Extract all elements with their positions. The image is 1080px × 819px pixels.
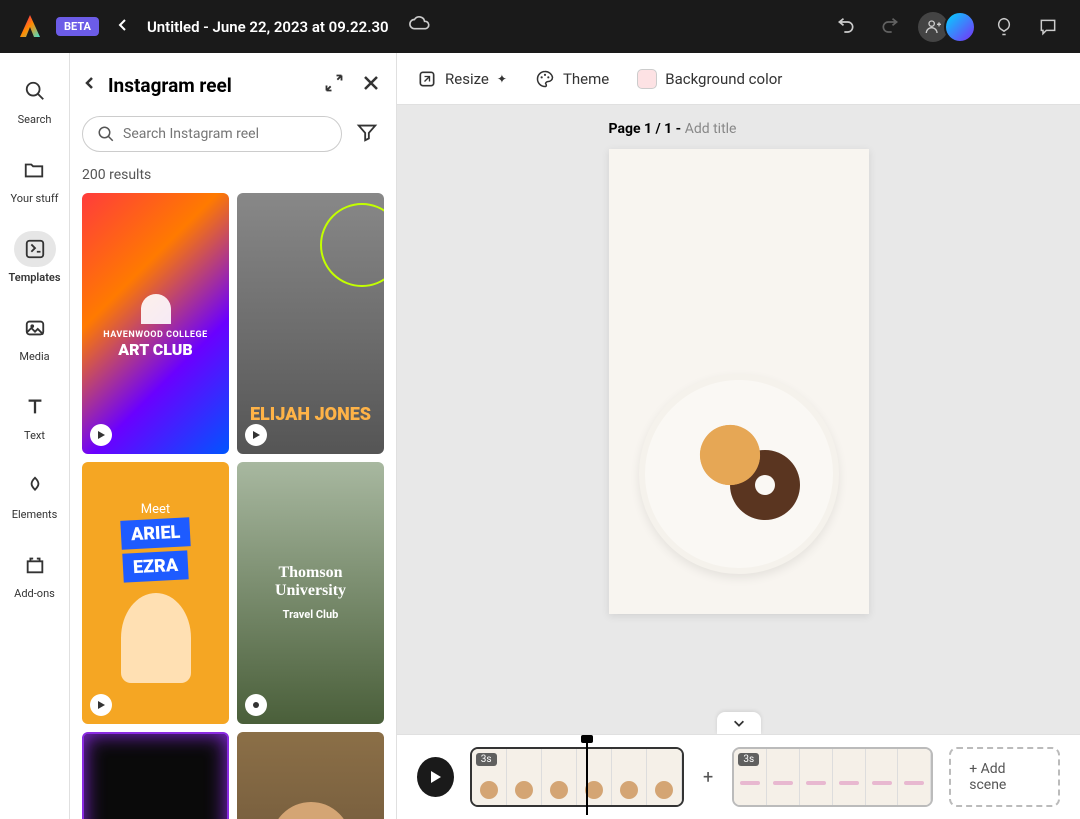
play-icon: [90, 424, 112, 446]
left-nav: Search Your stuff Templates Media Text E…: [0, 53, 70, 819]
timeline-scene[interactable]: 3s: [732, 747, 933, 807]
canvas-area: Resize ✦ Theme Background color Page 1 /…: [397, 53, 1080, 819]
redo-button[interactable]: [874, 11, 906, 43]
comment-icon[interactable]: [1032, 11, 1064, 43]
animate-icon: [245, 694, 267, 716]
close-icon[interactable]: [358, 70, 384, 100]
template-card[interactable]: Ridgewood College Theater Club SHOWSTOPP…: [82, 732, 229, 819]
canvas-content-image[interactable]: [639, 374, 839, 574]
text-icon: [24, 396, 46, 418]
templates-panel: Instagram reel 200 results HAVENWOOD COL…: [70, 53, 397, 819]
nav-templates[interactable]: Templates: [5, 227, 65, 288]
elements-icon: [24, 475, 46, 497]
canvas-toolbar: Resize ✦ Theme Background color: [397, 53, 1080, 105]
play-icon: [427, 769, 443, 785]
media-icon: [24, 317, 46, 339]
premium-icon: ✦: [497, 72, 507, 86]
chevron-down-icon: [732, 716, 746, 730]
add-scene-button[interactable]: + Add scene: [949, 747, 1060, 807]
template-card[interactable]: ELIJAH JONES: [237, 193, 384, 454]
expand-icon[interactable]: [320, 69, 348, 101]
user-avatar[interactable]: [944, 11, 976, 43]
playhead[interactable]: [586, 737, 588, 815]
play-icon: [245, 424, 267, 446]
canvas-page[interactable]: [609, 149, 869, 614]
resize-icon: [417, 69, 437, 89]
templates-icon: [24, 238, 46, 260]
template-card[interactable]: [237, 732, 384, 819]
filter-icon[interactable]: [350, 115, 384, 153]
panel-back-button[interactable]: [82, 75, 98, 95]
color-swatch: [637, 69, 657, 89]
nav-elements[interactable]: Elements: [8, 464, 62, 525]
add-scene-between-button[interactable]: +: [700, 768, 717, 786]
timeline: 3s + 3s + Add scene: [397, 734, 1080, 819]
help-icon[interactable]: [988, 11, 1020, 43]
collaborators[interactable]: [918, 11, 976, 43]
nav-text[interactable]: Text: [10, 385, 60, 446]
nav-your-stuff[interactable]: Your stuff: [6, 148, 62, 209]
search-icon: [24, 80, 46, 102]
undo-button[interactable]: [830, 11, 862, 43]
document-title[interactable]: Untitled - June 22, 2023 at 09.22.30: [147, 18, 389, 36]
play-button[interactable]: [417, 757, 454, 797]
search-box[interactable]: [82, 116, 342, 152]
search-icon: [97, 125, 115, 143]
cloud-sync-icon[interactable]: [409, 14, 431, 40]
palette-icon: [535, 69, 555, 89]
resize-button[interactable]: Resize ✦: [417, 69, 507, 89]
back-button[interactable]: [111, 13, 135, 41]
search-input[interactable]: [123, 126, 327, 142]
play-icon: [90, 694, 112, 716]
app-header: BETA Untitled - June 22, 2023 at 09.22.3…: [0, 0, 1080, 53]
results-count: 200 results: [82, 167, 384, 183]
adobe-express-logo: [16, 13, 44, 41]
timeline-scene[interactable]: 3s: [470, 747, 684, 807]
nav-media[interactable]: Media: [10, 306, 60, 367]
beta-badge: BETA: [56, 17, 99, 36]
collapse-timeline-button[interactable]: [717, 712, 761, 734]
template-card[interactable]: Thomson University Travel Club: [237, 462, 384, 723]
background-color-button[interactable]: Background color: [637, 69, 782, 89]
template-card[interactable]: Meet ARIEL EZRA: [82, 462, 229, 723]
nav-search[interactable]: Search: [10, 69, 60, 130]
template-card[interactable]: HAVENWOOD COLLEGE ART CLUB: [82, 193, 229, 454]
nav-addons[interactable]: Add-ons: [10, 543, 60, 604]
folder-icon: [23, 159, 45, 181]
panel-title: Instagram reel: [108, 74, 310, 97]
theme-button[interactable]: Theme: [535, 69, 609, 89]
addons-icon: [24, 554, 46, 576]
page-info[interactable]: Page 1 / 1 - Add title: [609, 121, 737, 137]
